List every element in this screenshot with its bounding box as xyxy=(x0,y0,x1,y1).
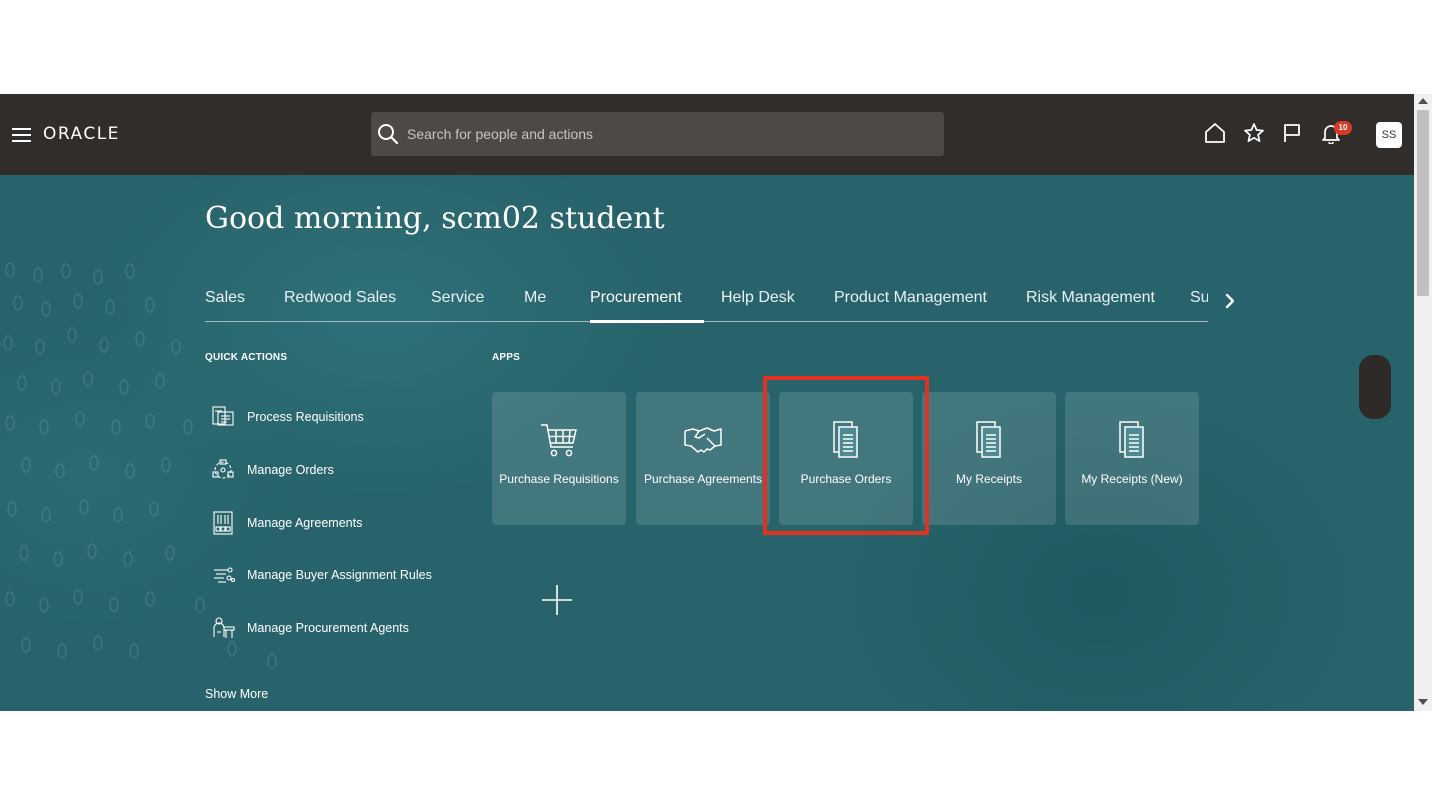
tab-procurement[interactable]: Procurement xyxy=(590,289,682,307)
tab-service[interactable]: Service xyxy=(431,289,484,307)
app-tile-my-receipts-new[interactable]: My Receipts (New) xyxy=(1065,392,1199,525)
agreements-icon xyxy=(213,511,233,535)
tab-sales[interactable]: Sales xyxy=(205,289,245,307)
global-search[interactable] xyxy=(371,112,944,156)
app-tile-purchase-requisitions[interactable]: Purchase Requisitions xyxy=(492,392,626,525)
quick-action-manage-procurement-agents[interactable]: Manage Procurement Agents xyxy=(210,615,409,641)
tab-product-management[interactable]: Product Management xyxy=(834,289,987,307)
global-header: ORACLE 10 SS xyxy=(0,94,1414,175)
active-tab-indicator xyxy=(590,320,704,323)
app-tile-my-receipts[interactable]: My Receipts xyxy=(922,392,1056,525)
watchlist-flag-icon[interactable] xyxy=(1281,122,1303,144)
app-tile-label: Purchase Requisitions xyxy=(499,472,619,486)
springboard-area: Good morning, scm02 student Sales Redwoo… xyxy=(0,175,1414,711)
app-tile-label: My Receipts (New) xyxy=(1081,472,1183,486)
cart-icon xyxy=(541,424,577,457)
tab-redwood-sales[interactable]: Redwood Sales xyxy=(284,289,396,307)
home-icon[interactable] xyxy=(1204,122,1226,144)
user-avatar[interactable]: SS xyxy=(1376,122,1402,148)
quick-action-label: Manage Orders xyxy=(247,463,334,477)
app-window: ORACLE 10 SS Good xyxy=(0,94,1432,711)
tab-me[interactable]: Me xyxy=(524,289,546,307)
app-tile-label: Purchase Orders xyxy=(800,472,892,486)
scroll-thumb[interactable] xyxy=(1417,110,1429,296)
document-icon xyxy=(833,421,858,458)
tab-overflow-partial[interactable]: Su xyxy=(1190,289,1208,307)
notification-count-badge: 10 xyxy=(1334,121,1352,135)
app-tile-purchase-agreements[interactable]: Purchase Agreements xyxy=(636,392,770,525)
agent-icon xyxy=(213,617,235,638)
search-input[interactable] xyxy=(407,122,927,146)
quick-action-manage-orders[interactable]: Manage Orders xyxy=(210,457,334,483)
requisition-icon xyxy=(212,406,234,426)
navigator-menu-icon[interactable] xyxy=(12,128,31,142)
app-tile-label: My Receipts xyxy=(955,472,1023,486)
search-icon xyxy=(378,124,399,145)
document-icon xyxy=(976,421,1001,458)
quick-actions-heading: QUICK ACTIONS xyxy=(205,352,288,363)
greeting-title: Good morning, scm02 student xyxy=(205,201,665,236)
scroll-down-arrow-icon[interactable] xyxy=(1418,699,1428,705)
apps-heading: APPS xyxy=(492,352,521,363)
orders-cycle-icon xyxy=(212,459,234,479)
add-app-plus-icon[interactable] xyxy=(540,583,574,617)
favorites-star-icon[interactable] xyxy=(1243,122,1265,144)
handshake-icon xyxy=(684,427,722,453)
document-icon xyxy=(1119,421,1144,458)
quick-action-manage-agreements[interactable]: Manage Agreements xyxy=(210,510,362,536)
app-tile-label: Purchase Agreements xyxy=(643,472,763,486)
quick-action-manage-buyer-assignment-rules[interactable]: Manage Buyer Assignment Rules xyxy=(210,562,432,588)
show-more-link[interactable]: Show More xyxy=(205,687,268,701)
quick-action-label: Process Requisitions xyxy=(247,410,364,424)
oracle-logo[interactable]: ORACLE xyxy=(43,124,120,144)
tab-risk-management[interactable]: Risk Management xyxy=(1026,289,1155,307)
quick-action-label: Manage Agreements xyxy=(247,516,363,530)
rules-icon xyxy=(214,567,236,583)
chevron-right-icon[interactable] xyxy=(1222,292,1238,310)
springboard-tabs: Sales Redwood Sales Service Me Procureme… xyxy=(205,278,1208,323)
quick-action-label: Manage Procurement Agents xyxy=(247,621,409,635)
quick-action-label: Manage Buyer Assignment Rules xyxy=(247,568,432,582)
tab-help-desk[interactable]: Help Desk xyxy=(721,289,795,307)
scroll-up-arrow-icon[interactable] xyxy=(1418,98,1428,104)
quick-action-process-requisitions[interactable]: Process Requisitions xyxy=(210,404,364,430)
side-panel-handle[interactable] xyxy=(1359,355,1391,419)
page-scrollbar[interactable] xyxy=(1414,94,1432,711)
app-tile-purchase-orders[interactable]: Purchase Orders xyxy=(779,392,913,525)
